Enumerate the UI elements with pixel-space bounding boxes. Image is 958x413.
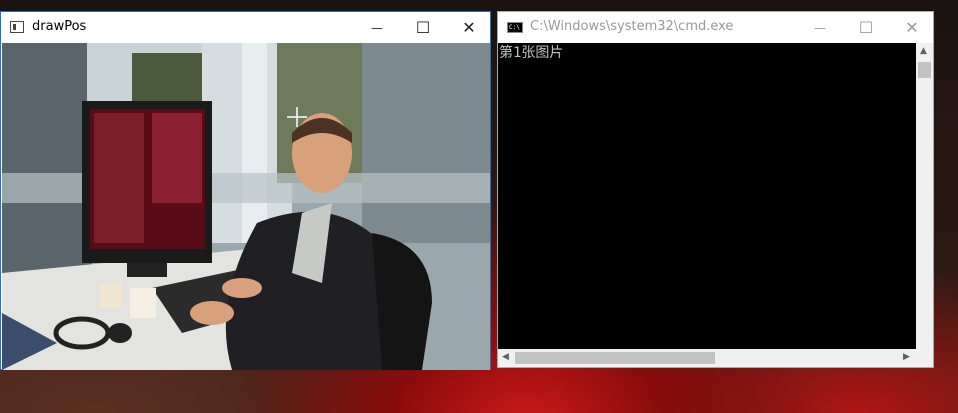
cmd-icon: C:\ [507,22,523,33]
drawpos-title: drawPos [32,19,87,34]
resize-grip[interactable] [916,349,933,367]
scroll-right-icon[interactable]: ▶ [903,352,910,362]
cmd-maximize-button[interactable]: ☐ [843,12,889,43]
cmd-titlebar[interactable]: C:\ C:\Windows\system32\cmd.exe — ☐ ✕ [498,12,933,43]
maximize-icon: ☐ [415,18,431,37]
cmd-window[interactable]: C:\ C:\Windows\system32\cmd.exe — ☐ ✕ 第1… [497,11,934,368]
app-icon [10,21,24,33]
minimize-icon: — [814,20,826,35]
close-icon: ✕ [905,18,919,37]
cmd-minimize-button[interactable]: — [797,12,843,43]
console-output[interactable]: 第1张图片 [498,43,917,362]
cmd-title: C:\Windows\system32\cmd.exe [530,19,734,34]
minimize-icon: — [371,20,383,35]
scroll-up-icon[interactable]: ▲ [920,46,927,56]
maximize-button[interactable]: ☐ [400,12,446,43]
maximize-icon: ☐ [858,18,874,37]
drawpos-titlebar[interactable]: drawPos — ☐ ✕ [1,12,490,43]
cmd-close-button[interactable]: ✕ [889,12,935,43]
vertical-scrollbar[interactable]: ▲ ▼ [916,43,933,362]
horizontal-scroll-thumb[interactable] [515,352,715,364]
image-canvas[interactable] [2,43,490,370]
office-photo [2,43,490,370]
horizontal-scrollbar[interactable]: ◀ ▶ [498,349,917,367]
vertical-scroll-thumb[interactable] [918,62,931,78]
console-line: 第1张图片 [499,45,564,61]
drawpos-window[interactable]: drawPos — ☐ ✕ [0,11,491,370]
scroll-left-icon[interactable]: ◀ [502,352,509,362]
close-button[interactable]: ✕ [446,12,492,43]
minimize-button[interactable]: — [354,12,400,43]
close-icon: ✕ [462,18,476,37]
